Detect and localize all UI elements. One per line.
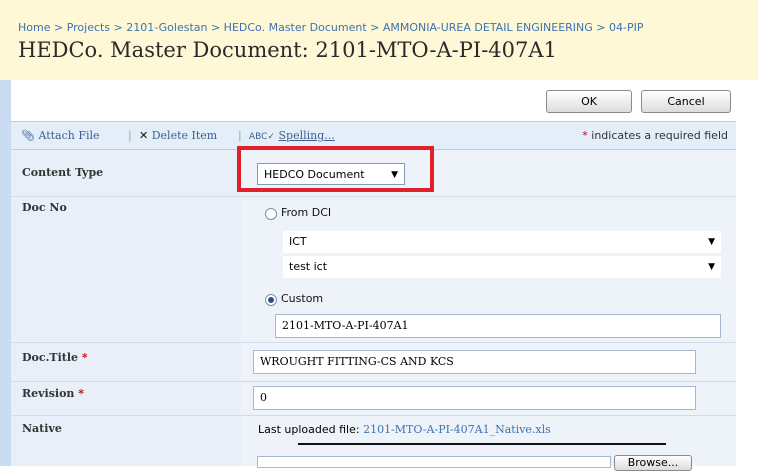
row-divider bbox=[11, 381, 736, 382]
required-star: * bbox=[582, 129, 588, 142]
page-title: HEDCo. Master Document: 2101-MTO-A-PI-40… bbox=[18, 38, 557, 62]
revision-label: Revision * bbox=[22, 387, 84, 400]
toolbar-separator: | bbox=[128, 129, 132, 142]
doc-title-label: Doc.Title * bbox=[22, 351, 88, 364]
delete-x-icon: ✕ bbox=[139, 129, 149, 142]
attach-file-button[interactable]: 📎︎ Attach File bbox=[21, 129, 100, 142]
doc-title-label-text: Doc.Title bbox=[22, 351, 79, 364]
required-field-note: * indicates a required field bbox=[582, 129, 728, 142]
divider-line bbox=[298, 443, 666, 445]
row-divider bbox=[11, 196, 736, 197]
paperclip-icon: 📎︎ bbox=[21, 129, 35, 142]
dci-select-1-value: ICT bbox=[289, 235, 307, 248]
toolbar-separator: | bbox=[238, 129, 242, 142]
revision-input[interactable]: 0 bbox=[253, 386, 696, 410]
ok-button[interactable]: OK bbox=[546, 90, 632, 113]
last-uploaded-file: Last uploaded file: 2101-MTO-A-PI-407A1_… bbox=[258, 423, 551, 436]
native-file-input[interactable] bbox=[257, 456, 611, 468]
from-dci-label: From DCI bbox=[281, 206, 332, 219]
required-star: * bbox=[81, 351, 88, 364]
content-type-highlight-box bbox=[237, 146, 434, 192]
form-value-column bbox=[241, 150, 736, 466]
content-type-label: Content Type bbox=[22, 166, 104, 179]
spelling-label: Spelling... bbox=[278, 129, 335, 142]
page-header: Home > Projects > 2101-Golestan > HEDCo.… bbox=[0, 0, 758, 80]
chevron-down-icon: ▼ bbox=[708, 237, 715, 247]
last-uploaded-prefix: Last uploaded file: bbox=[258, 423, 360, 436]
cancel-button[interactable]: Cancel bbox=[641, 90, 731, 113]
dci-select-2[interactable]: test ict ▼ bbox=[283, 256, 721, 278]
required-note-text: indicates a required field bbox=[591, 129, 728, 142]
attach-file-label: Attach File bbox=[38, 129, 100, 142]
custom-label: Custom bbox=[281, 292, 324, 305]
delete-item-label: Delete Item bbox=[151, 129, 218, 142]
breadcrumb[interactable]: Home > Projects > 2101-Golestan > HEDCo.… bbox=[18, 21, 643, 34]
doc-no-label: Doc No bbox=[22, 201, 67, 214]
row-divider bbox=[11, 342, 736, 343]
dci-select-1[interactable]: ICT ▼ bbox=[283, 231, 721, 253]
native-label: Native bbox=[22, 422, 62, 435]
required-star: * bbox=[78, 387, 85, 400]
spelling-check-icon: ABC✓ bbox=[249, 132, 275, 142]
row-divider bbox=[11, 415, 736, 416]
custom-doc-no-input[interactable]: 2101-MTO-A-PI-407A1 bbox=[275, 314, 721, 338]
doc-title-input[interactable]: WROUGHT FITTING-CS AND KCS bbox=[253, 350, 696, 374]
spelling-button[interactable]: ABC✓ Spelling... bbox=[249, 129, 335, 142]
chevron-down-icon: ▼ bbox=[708, 262, 715, 272]
from-dci-radio[interactable] bbox=[265, 208, 277, 220]
revision-label-text: Revision bbox=[22, 387, 75, 400]
form-label-column bbox=[11, 150, 241, 466]
browse-button[interactable]: Browse... bbox=[614, 455, 692, 471]
delete-item-button[interactable]: ✕ Delete Item bbox=[139, 129, 217, 142]
left-accent-bar bbox=[0, 80, 11, 466]
custom-radio[interactable] bbox=[265, 294, 277, 306]
native-file-link[interactable]: 2101-MTO-A-PI-407A1_Native.xls bbox=[363, 423, 551, 436]
dci-select-2-value: test ict bbox=[289, 260, 328, 273]
